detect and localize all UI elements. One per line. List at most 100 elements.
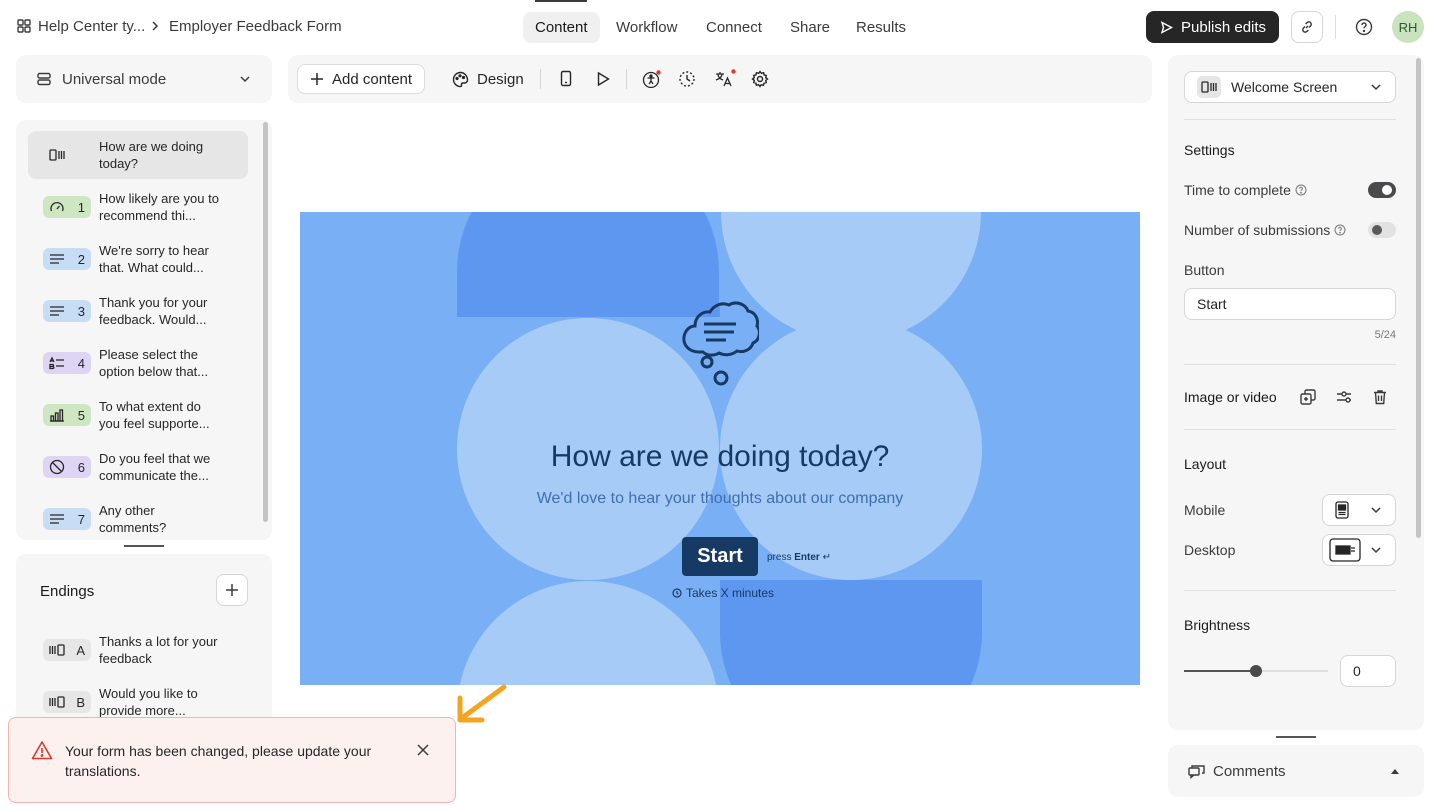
divider	[626, 69, 627, 89]
brightness-input[interactable]: 0	[1340, 655, 1396, 687]
question-badge: 4	[43, 352, 91, 374]
scrollbar[interactable]	[1416, 58, 1421, 538]
question-list: How are we doing today? 1 How likely are…	[16, 120, 272, 540]
breadcrumb-workspace[interactable]: Help Center ty...	[38, 18, 145, 35]
tab-connect[interactable]: Connect	[694, 12, 774, 43]
logic-icon[interactable]	[678, 70, 696, 88]
comments-bar[interactable]: Comments	[1168, 745, 1424, 797]
question-text: How likely are you to recommend thi...	[99, 191, 219, 223]
list-item[interactable]: How are we doing today?	[28, 131, 248, 179]
long-text-icon	[50, 254, 64, 264]
mode-selector[interactable]: Universal mode	[16, 55, 272, 103]
list-item[interactable]: 3 Thank you for your feedback. Would...	[28, 287, 248, 335]
breadcrumb-form-title[interactable]: Employer Feedback Form	[169, 18, 342, 35]
copy-link-button[interactable]	[1291, 11, 1323, 43]
button-text-input[interactable]: Start	[1184, 288, 1396, 320]
desktop-layout-icon	[1329, 538, 1361, 562]
play-icon[interactable]	[595, 71, 611, 87]
question-badge: 6	[43, 456, 91, 478]
list-item[interactable]: 1 How likely are you to recommend thi...	[28, 183, 248, 231]
trash-icon[interactable]	[1371, 388, 1389, 406]
endings-title: Endings	[40, 583, 95, 600]
list-item[interactable]: 2 We're sorry to hear that. What could..…	[28, 235, 248, 283]
submissions-toggle[interactable]	[1368, 222, 1396, 238]
welcome-screen-icon	[49, 149, 65, 161]
brightness-slider-track[interactable]	[1184, 665, 1328, 677]
design-button[interactable]: Design	[452, 64, 524, 94]
question-text: How are we doing today?	[99, 139, 204, 171]
link-icon	[1302, 21, 1312, 33]
accessibility-icon[interactable]	[642, 70, 662, 88]
resize-handle[interactable]	[1276, 736, 1316, 738]
thought-bubble-icon	[682, 301, 759, 386]
mobile-preview-icon[interactable]	[558, 70, 574, 87]
block-type-label: Welcome Screen	[1231, 79, 1338, 95]
resize-handle[interactable]	[124, 545, 164, 547]
info-icon	[1334, 224, 1346, 236]
desktop-label: Desktop	[1184, 542, 1236, 558]
block-type-selector[interactable]: Welcome Screen	[1184, 71, 1396, 103]
replace-media-icon[interactable]	[1299, 388, 1317, 406]
question-text: Any other comments?	[99, 503, 167, 535]
tab-results[interactable]: Results	[844, 12, 918, 43]
mobile-layout-icon	[1335, 501, 1349, 519]
question-text: We're sorry to hear that. What could...	[99, 243, 209, 275]
plus-icon	[311, 73, 323, 85]
mode-icon	[37, 72, 51, 86]
clock-icon	[672, 588, 682, 598]
time-to-complete-toggle[interactable]	[1368, 182, 1396, 198]
list-item[interactable]: 7 Any other comments?	[28, 495, 248, 540]
mobile-layout-select[interactable]	[1322, 494, 1396, 526]
publish-label: Publish edits	[1181, 18, 1267, 36]
gear-icon[interactable]	[751, 70, 769, 88]
press-enter-hint: press Enter ↵	[767, 552, 831, 563]
welcome-subtitle[interactable]: We'd love to hear your thoughts about ou…	[300, 490, 1140, 508]
translate-icon[interactable]	[714, 69, 736, 88]
add-content-button[interactable]: Add content	[297, 64, 425, 94]
help-icon[interactable]	[1355, 18, 1373, 36]
gauge-icon	[50, 201, 64, 212]
adjust-icon[interactable]	[1335, 388, 1353, 406]
form-preview-canvas[interactable]: How are we doing today? We'd love to hea…	[300, 212, 1140, 685]
question-badge: 7	[43, 508, 91, 530]
question-badge: 2	[43, 248, 91, 270]
settings-title: Settings	[1184, 142, 1235, 158]
bar-chart-icon	[50, 409, 64, 422]
tab-content[interactable]: Content	[523, 12, 600, 43]
mode-label: Universal mode	[62, 70, 167, 88]
chevron-down-icon	[1371, 507, 1381, 514]
chevron-down-icon	[240, 76, 250, 83]
publish-button[interactable]: Publish edits	[1146, 11, 1279, 43]
ending-text: Would you like to provide more...	[99, 686, 198, 718]
brightness-slider-handle[interactable]	[1250, 665, 1262, 677]
list-item[interactable]: 6 Do you feel that we communicate the...	[28, 443, 248, 491]
grid-icon[interactable]	[17, 19, 31, 33]
ending-badge: A	[43, 639, 91, 661]
divider	[1184, 119, 1396, 120]
brightness-title: Brightness	[1184, 617, 1251, 633]
welcome-screen-icon	[1197, 76, 1221, 98]
ending-text: Thanks a lot for your feedback	[99, 634, 218, 666]
long-text-icon	[50, 514, 64, 524]
avatar[interactable]: RH	[1392, 11, 1424, 43]
close-icon[interactable]	[415, 742, 431, 758]
multiple-choice-icon	[49, 356, 64, 370]
tab-share[interactable]: Share	[778, 12, 842, 43]
yes-no-icon	[49, 459, 65, 475]
question-text: Do you feel that we communicate the...	[99, 451, 211, 483]
question-text: To what extent do you feel supporte...	[99, 399, 210, 431]
image-or-video-title: Image or video	[1184, 389, 1277, 405]
welcome-title[interactable]: How are we doing today?	[300, 440, 1140, 474]
desktop-layout-select[interactable]	[1322, 534, 1396, 566]
list-item[interactable]: 5 To what extent do you feel supporte...	[28, 391, 248, 439]
list-item[interactable]: A Thanks a lot for your feedback	[28, 626, 248, 674]
start-button[interactable]: Start	[682, 537, 758, 576]
question-text: Please select the option below that...	[99, 347, 209, 379]
tab-workflow[interactable]: Workflow	[604, 12, 689, 43]
add-ending-button[interactable]	[216, 574, 248, 606]
send-icon	[1160, 20, 1173, 34]
chevron-down-icon	[1371, 84, 1381, 91]
scrollbar[interactable]	[263, 122, 268, 522]
palette-icon	[452, 71, 469, 87]
list-item[interactable]: 4 Please select the option below that...	[28, 339, 248, 387]
